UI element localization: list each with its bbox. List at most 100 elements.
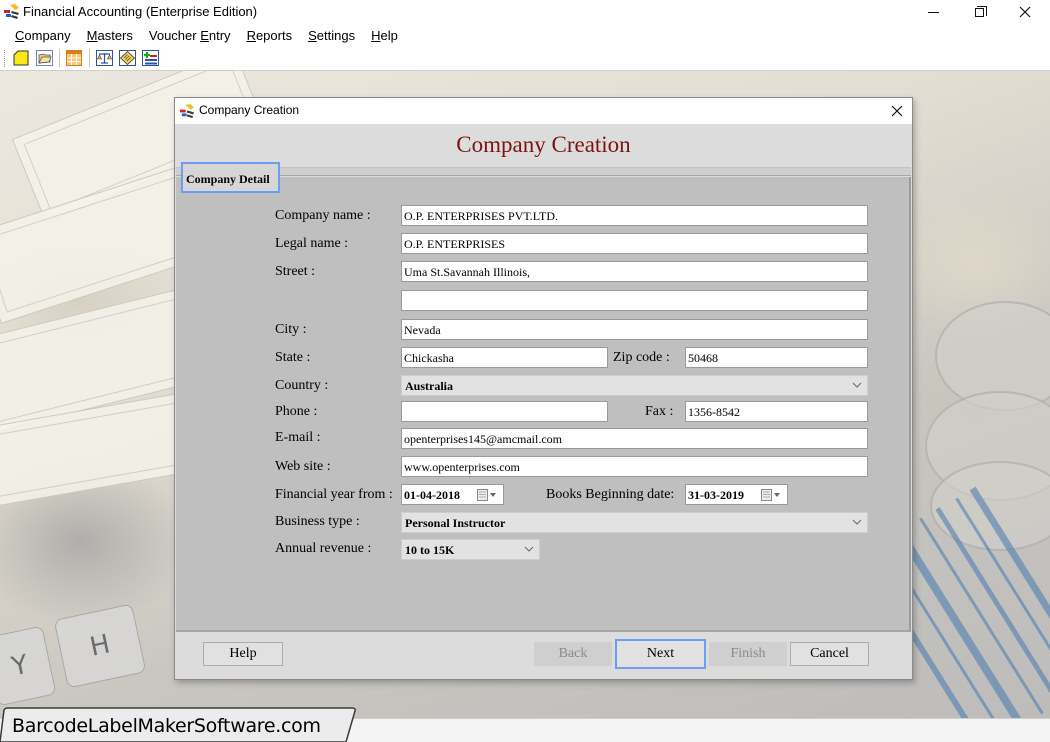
chevron-down-icon <box>524 546 534 552</box>
chevron-down-icon <box>852 382 862 388</box>
financial-year-from-datepicker[interactable]: 01-04-2018 <box>401 484 504 505</box>
help-button[interactable]: Help <box>203 642 283 666</box>
zip-code-input[interactable]: 50468 <box>685 347 868 368</box>
calendar-dropdown-icon[interactable] <box>761 489 781 501</box>
business-type-select[interactable]: Personal Instructor <box>401 512 868 533</box>
next-button[interactable]: Next <box>615 639 706 669</box>
menu-reports[interactable]: Reports <box>239 26 301 45</box>
menu-label: ntry <box>208 27 231 43</box>
financial-year-from-value: 01-04-2018 <box>404 488 460 502</box>
table-icon <box>66 50 82 66</box>
back-button[interactable]: Back <box>534 642 612 666</box>
restore-icon <box>974 5 987 17</box>
fax-label: Fax : <box>645 404 674 419</box>
table-button[interactable] <box>65 49 83 67</box>
menu-label: ompany <box>24 27 71 43</box>
email-input[interactable]: openterprises145@amcmail.com <box>401 428 868 449</box>
calendar-dropdown-icon[interactable] <box>477 489 497 501</box>
app-logo-icon <box>4 4 19 19</box>
add-list-button[interactable] <box>141 49 159 67</box>
balance-scale-button[interactable] <box>95 49 113 67</box>
menu-mnemonic: R <box>246 27 256 43</box>
phone-input[interactable] <box>401 401 608 422</box>
legal-name-input[interactable]: O.P. ENTERPRISES <box>401 233 868 254</box>
tab-strip <box>176 168 911 176</box>
open-company-button[interactable] <box>35 49 53 67</box>
ledger-button[interactable] <box>118 49 136 67</box>
watermark-banner: BarcodeLabelMakerSoftware.com <box>0 707 360 742</box>
dialog-header: Company Creation <box>176 124 911 168</box>
chevron-down-icon <box>852 519 862 525</box>
menu-masters[interactable]: Masters <box>79 26 141 45</box>
menu-label: asters <box>97 27 133 43</box>
menu-label: elp <box>380 27 398 43</box>
books-beginning-datepicker[interactable]: 31-03-2019 <box>685 484 788 505</box>
menu-company[interactable]: Company <box>7 26 79 45</box>
country-value: Australia <box>405 379 453 393</box>
restore-button[interactable] <box>956 0 1002 24</box>
business-type-value: Personal Instructor <box>405 516 506 530</box>
menu-bar: Company Masters Voucher Entry Reports Se… <box>0 24 1050 46</box>
menu-label: eports <box>255 27 293 43</box>
country-select[interactable]: Australia <box>401 375 868 396</box>
cancel-button[interactable]: Cancel <box>790 642 869 666</box>
app-titlebar: Financial Accounting (Enterprise Edition… <box>0 0 1050 24</box>
ledger-icon <box>118 50 136 66</box>
business-type-label: Business type : <box>275 514 360 529</box>
dialog-heading: Company Creation <box>456 132 631 157</box>
books-beginning-value: 31-03-2019 <box>688 488 744 502</box>
finish-button[interactable]: Finish <box>709 642 787 666</box>
street-line1-input[interactable]: Uma St.Savannah Illinois, <box>401 261 868 282</box>
company-creation-dialog: Company Creation Company Creation Compan… <box>174 97 913 680</box>
company-name-label: Company name : <box>275 208 371 223</box>
menu-settings[interactable]: Settings <box>300 26 363 45</box>
state-input[interactable]: Chickasha <box>401 347 608 368</box>
annual-revenue-select[interactable]: 10 to 15K <box>401 539 540 560</box>
street-line2-input[interactable] <box>401 290 868 311</box>
menu-mnemonic: C <box>15 27 25 43</box>
keyboard-key-image: H <box>53 603 147 689</box>
balance-scale-icon <box>95 50 113 66</box>
annual-revenue-label: Annual revenue : <box>275 541 372 556</box>
dialog-close-button[interactable] <box>881 98 913 124</box>
close-icon <box>891 105 903 117</box>
toolbar-separator <box>59 49 60 67</box>
new-company-icon <box>13 50 29 66</box>
menu-mnemonic: M <box>86 27 98 43</box>
menu-label: ettings <box>316 27 356 43</box>
menu-mnemonic: S <box>308 27 317 43</box>
country-label: Country : <box>275 378 329 393</box>
city-input[interactable]: Nevada <box>401 319 868 340</box>
toolbar-grip[interactable] <box>4 49 7 67</box>
tab-company-detail[interactable]: Company Detail <box>181 162 280 193</box>
barcode-image <box>867 486 1050 718</box>
street-label: Street : <box>275 264 316 279</box>
company-detail-form: Company name : O.P. ENTERPRISES PVT.LTD.… <box>176 177 911 632</box>
add-list-icon <box>141 50 159 66</box>
dialog-footer: Help Back Next Finish Cancel <box>176 632 911 679</box>
dialog-title: Company Creation <box>199 103 300 117</box>
toolbar <box>0 46 1050 71</box>
open-company-icon <box>35 50 53 66</box>
close-window-button[interactable] <box>1002 0 1048 24</box>
app-title: Financial Accounting (Enterprise Edition… <box>23 4 258 19</box>
dialog-app-icon <box>179 103 195 119</box>
dialog-titlebar: Company Creation <box>175 98 912 124</box>
fax-input[interactable]: 1356-8542 <box>685 401 868 422</box>
annual-revenue-value: 10 to 15K <box>405 543 455 557</box>
website-input[interactable]: www.openterprises.com <box>401 456 868 477</box>
financial-year-from-label: Financial year from : <box>275 487 393 502</box>
zip-code-label: Zip code : <box>613 350 670 365</box>
watermark-text: BarcodeLabelMakerSoftware.com <box>12 715 321 737</box>
keyboard-key-image: Y <box>0 625 57 707</box>
minimize-button[interactable] <box>910 0 956 24</box>
company-name-input[interactable]: O.P. ENTERPRISES PVT.LTD. <box>401 205 868 226</box>
menu-help[interactable]: Help <box>363 26 406 45</box>
new-company-button[interactable] <box>12 49 30 67</box>
website-label: Web site : <box>275 459 331 474</box>
menu-label: Voucher <box>148 27 201 43</box>
phone-label: Phone : <box>275 404 318 419</box>
menu-voucher-entry[interactable]: Voucher Entry <box>141 26 239 45</box>
menu-mnemonic: E <box>200 27 209 43</box>
minimize-icon <box>927 11 939 13</box>
